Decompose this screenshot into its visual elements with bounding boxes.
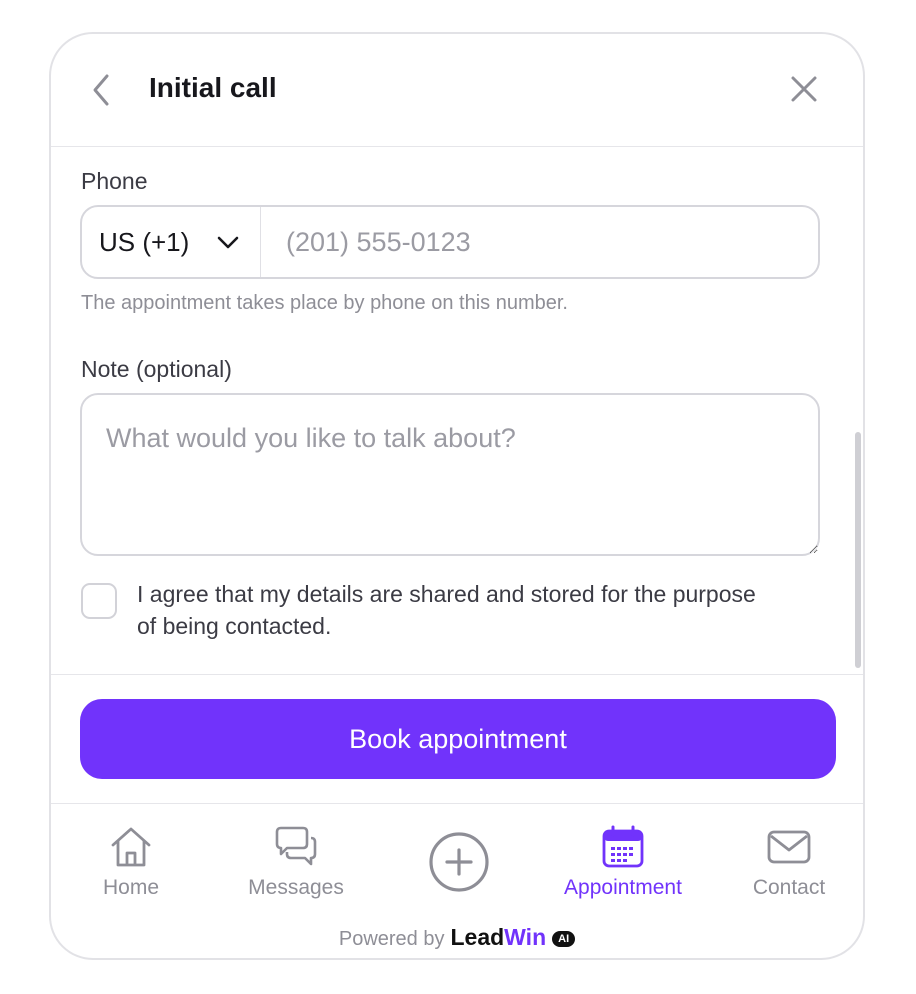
plus-circle-icon xyxy=(429,832,489,892)
back-button[interactable] xyxy=(87,72,115,108)
nav-label-messages: Messages xyxy=(248,876,344,899)
mail-icon xyxy=(767,830,811,864)
nav-item-home[interactable]: Home xyxy=(81,824,181,900)
close-icon xyxy=(791,76,817,102)
nav-label-appointment: Appointment xyxy=(564,876,682,899)
divider xyxy=(51,674,863,675)
phone-label: Phone xyxy=(81,168,148,194)
close-button[interactable] xyxy=(789,74,819,104)
consent-checkbox[interactable] xyxy=(81,583,117,619)
page-title: Initial call xyxy=(149,72,277,103)
note-label: Note (optional) xyxy=(81,356,232,382)
chevron-left-icon xyxy=(93,74,109,106)
scrollbar[interactable] xyxy=(855,432,861,668)
note-textarea[interactable] xyxy=(80,393,820,556)
chevron-down-icon xyxy=(217,236,239,249)
home-icon xyxy=(111,827,151,867)
phone-input[interactable] xyxy=(264,207,814,277)
ai-badge: AI xyxy=(552,931,576,947)
book-appointment-button[interactable]: Book appointment xyxy=(80,699,836,779)
nav-item-appointment[interactable]: Appointment xyxy=(553,824,693,900)
messages-icon xyxy=(275,826,317,866)
nav-item-contact[interactable]: Contact xyxy=(739,824,839,900)
powered-by-text: Powered by xyxy=(338,928,445,950)
country-code-value: US (+1) xyxy=(99,227,190,257)
brand-lead: Lead xyxy=(450,924,505,950)
phone-field-group: US (+1) xyxy=(80,205,820,279)
nav-item-add[interactable] xyxy=(427,831,491,893)
header: Initial call xyxy=(51,34,863,147)
nav-label-home: Home xyxy=(102,876,160,899)
calendar-icon xyxy=(602,825,644,868)
country-code-select[interactable]: US (+1) xyxy=(82,207,261,277)
consent-text: I agree that my details are shared and s… xyxy=(137,581,756,639)
nav-item-messages[interactable]: Messages xyxy=(234,824,358,900)
chat-widget: Initial call Phone US (+1) The appointme… xyxy=(49,32,865,960)
phone-hint: The appointment takes place by phone on … xyxy=(81,292,568,314)
divider xyxy=(51,803,863,804)
brand-win: Win xyxy=(504,924,547,950)
nav-label-contact: Contact xyxy=(752,876,826,899)
powered-by: Powered by LeadWin AI xyxy=(51,924,863,951)
